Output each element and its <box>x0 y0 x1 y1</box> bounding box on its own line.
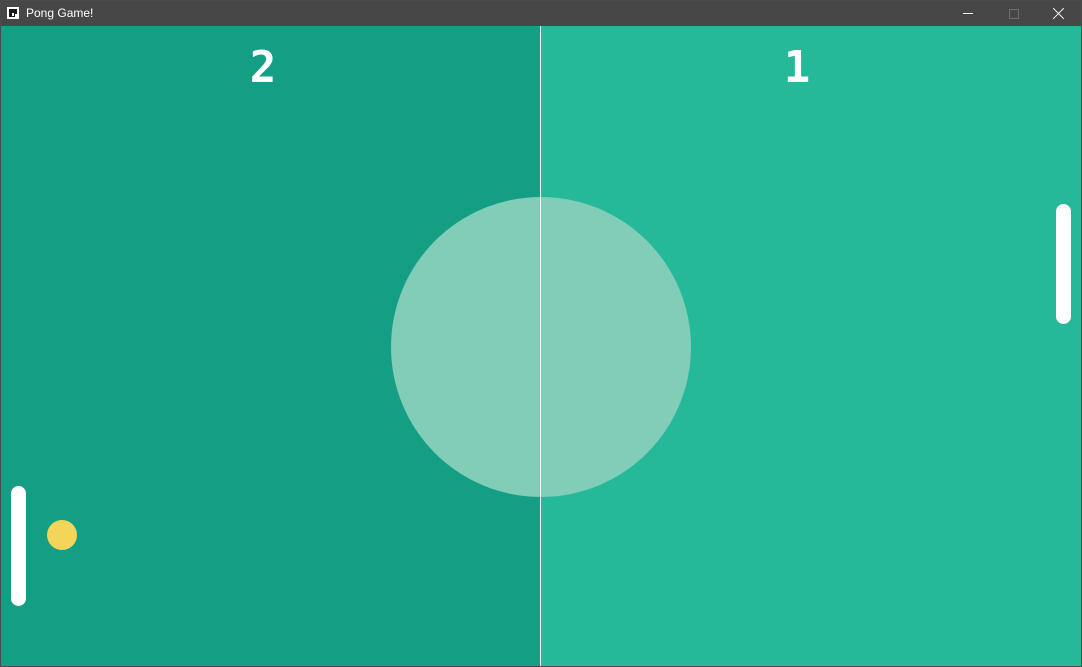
maximize-icon <box>1009 9 1019 19</box>
left-paddle[interactable] <box>11 486 26 606</box>
close-icon <box>1052 7 1065 20</box>
title-bar[interactable]: Pong Game! <box>1 1 1081 26</box>
maximize-button[interactable] <box>991 1 1037 26</box>
close-button[interactable] <box>1035 1 1081 26</box>
minimize-icon <box>963 13 973 14</box>
minimize-button[interactable] <box>945 1 991 26</box>
app-icon <box>7 7 19 19</box>
center-line <box>540 26 541 666</box>
center-circle <box>391 197 691 497</box>
game-field: 2 1 <box>1 26 1081 666</box>
right-player-score: 1 <box>783 42 811 93</box>
window-title: Pong Game! <box>26 6 94 20</box>
ball <box>47 520 77 550</box>
left-player-score: 2 <box>249 42 277 93</box>
game-window: Pong Game! 2 1 <box>0 0 1082 667</box>
right-paddle[interactable] <box>1056 204 1071 324</box>
